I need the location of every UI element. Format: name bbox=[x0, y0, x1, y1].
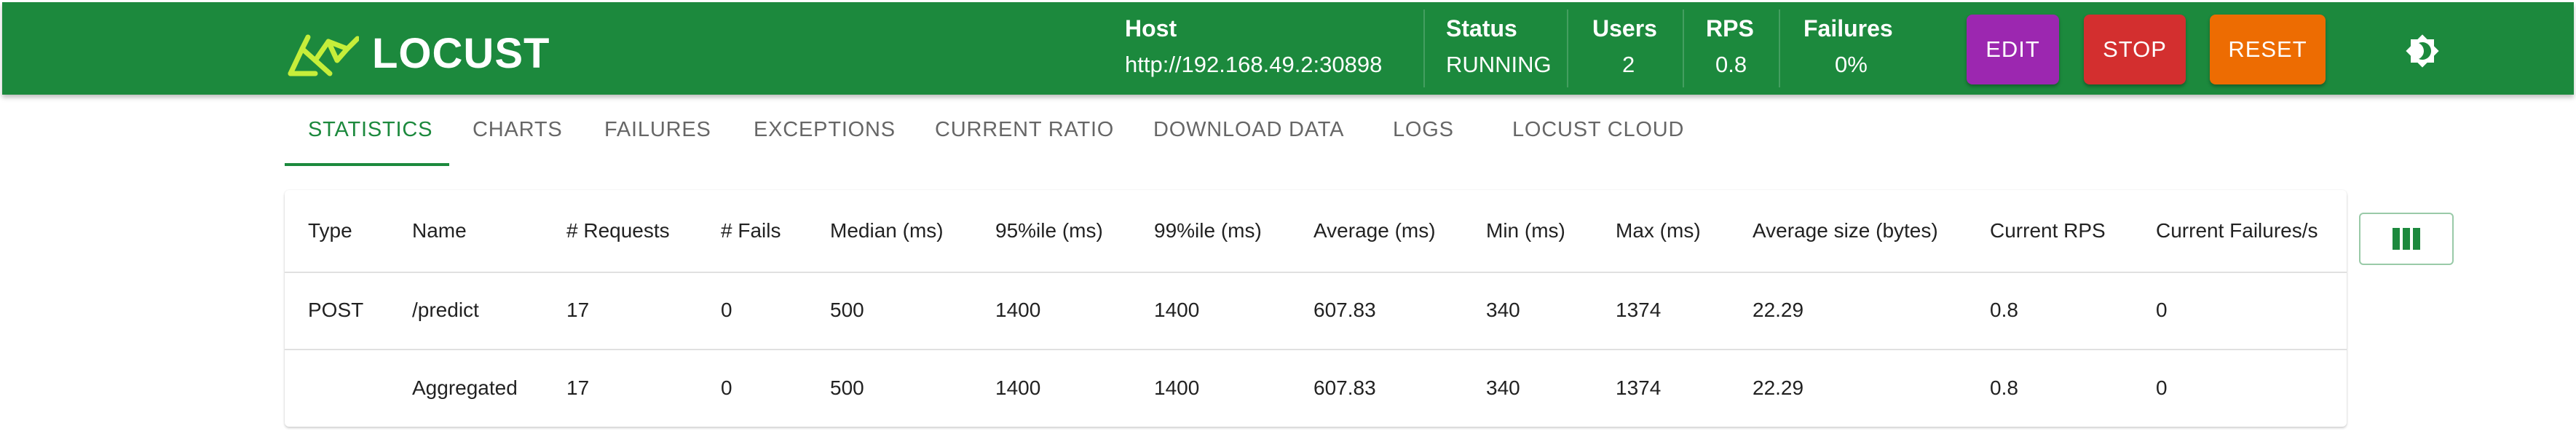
table-cell: Aggregated bbox=[412, 376, 518, 399]
column-header[interactable]: Current RPS bbox=[1990, 190, 2106, 272]
table-cell: 340 bbox=[1486, 299, 1520, 321]
table-cell: 1374 bbox=[1616, 299, 1662, 321]
table-cell: 17 bbox=[566, 299, 590, 321]
tab-locust-cloud[interactable]: LOCUST CLOUD bbox=[1512, 95, 1684, 165]
tab-exceptions[interactable]: EXCEPTIONS bbox=[754, 95, 896, 165]
reset-button[interactable]: RESET bbox=[2210, 15, 2326, 84]
brightness-icon bbox=[2406, 34, 2439, 68]
table-cell: 17 bbox=[566, 376, 590, 399]
table-cell: 0 bbox=[2156, 299, 2168, 321]
table-cell: 1400 bbox=[1154, 376, 1200, 399]
status-stat: Status RUNNING bbox=[1446, 2, 1562, 95]
tab-current-ratio[interactable]: CURRENT RATIO bbox=[935, 95, 1114, 165]
column-header[interactable]: Median (ms) bbox=[830, 190, 944, 272]
column-header[interactable]: Current Failures/s bbox=[2156, 190, 2318, 272]
table-row: Aggregated 17 0 500 1400 1400 607.83 340… bbox=[285, 349, 2347, 427]
column-header[interactable]: 99%ile (ms) bbox=[1154, 190, 1262, 272]
table-row: POST /predict 17 0 500 1400 1400 607.83 … bbox=[285, 272, 2347, 350]
users-value: 2 bbox=[1622, 52, 1635, 77]
column-header[interactable]: Min (ms) bbox=[1486, 190, 1565, 272]
stop-button[interactable]: STOP bbox=[2084, 15, 2186, 84]
rps-stat: RPS 0.8 bbox=[1706, 2, 1771, 95]
tab-logs[interactable]: LOGS bbox=[1393, 95, 1454, 165]
column-selector-button[interactable] bbox=[2359, 213, 2454, 265]
table-cell: 1400 bbox=[995, 376, 1041, 399]
table-header-row: Type Name # Requests # Fails Median (ms)… bbox=[285, 190, 2347, 273]
failures-value: 0% bbox=[1835, 52, 1868, 77]
column-header[interactable]: Average size (bytes) bbox=[1753, 190, 1938, 272]
host-value: http://192.168.49.2:30898 bbox=[1125, 52, 1383, 77]
edit-button[interactable]: EDIT bbox=[1967, 15, 2059, 84]
status-value: RUNNING bbox=[1446, 52, 1552, 77]
tab-failures[interactable]: FAILURES bbox=[604, 95, 711, 165]
stat-divider bbox=[1779, 9, 1780, 87]
table-cell: 1400 bbox=[1154, 299, 1200, 321]
logo-text: LOCUST bbox=[372, 30, 550, 77]
table-cell: 500 bbox=[830, 376, 864, 399]
rps-value: 0.8 bbox=[1715, 52, 1747, 77]
statistics-table: Type Name # Requests # Fails Median (ms)… bbox=[285, 190, 2347, 427]
table-cell: 0 bbox=[721, 376, 732, 399]
table-cell: /predict bbox=[412, 299, 479, 321]
locust-logo[interactable]: LOCUST bbox=[286, 28, 550, 79]
column-header[interactable]: # Fails bbox=[721, 190, 781, 272]
tab-bar: STATISTICS CHARTS FAILURES EXCEPTIONS CU… bbox=[285, 95, 1770, 166]
stat-divider bbox=[1683, 9, 1684, 87]
table-cell: 0 bbox=[2156, 376, 2168, 399]
stat-divider bbox=[1423, 9, 1425, 87]
table-cell: 0.8 bbox=[1990, 376, 2018, 399]
table-cell: POST bbox=[308, 299, 364, 321]
table-cell: 340 bbox=[1486, 376, 1520, 399]
top-navbar: LOCUST Host http://192.168.49.2:30898 St… bbox=[2, 2, 2574, 95]
table-cell: 500 bbox=[830, 299, 864, 321]
rps-label: RPS bbox=[1706, 15, 1754, 42]
table-cell: 607.83 bbox=[1313, 299, 1376, 321]
column-header[interactable]: # Requests bbox=[566, 190, 670, 272]
host-stat: Host http://192.168.49.2:30898 bbox=[1125, 2, 1422, 95]
column-header[interactable]: Max (ms) bbox=[1616, 190, 1701, 272]
column-header[interactable]: Average (ms) bbox=[1313, 190, 1436, 272]
table-cell: 1374 bbox=[1616, 376, 1662, 399]
column-header[interactable]: 95%ile (ms) bbox=[995, 190, 1103, 272]
tab-statistics[interactable]: STATISTICS bbox=[308, 95, 432, 165]
column-header[interactable]: Name bbox=[412, 190, 467, 272]
view-column-icon bbox=[2393, 228, 2420, 250]
page: LOCUST Host http://192.168.49.2:30898 St… bbox=[0, 0, 2576, 442]
table-cell: 22.29 bbox=[1753, 376, 1804, 399]
tab-charts[interactable]: CHARTS bbox=[473, 95, 563, 165]
failures-stat: Failures 0% bbox=[1803, 2, 1927, 95]
users-label: Users bbox=[1592, 15, 1657, 42]
theme-toggle-button[interactable] bbox=[2403, 31, 2442, 71]
table-cell: 22.29 bbox=[1753, 299, 1804, 321]
active-tab-indicator bbox=[285, 163, 449, 166]
table-cell: 0 bbox=[721, 299, 732, 321]
stat-divider bbox=[1567, 9, 1568, 87]
failures-label: Failures bbox=[1803, 15, 1893, 42]
users-stat: Users 2 bbox=[1592, 2, 1680, 95]
host-label: Host bbox=[1125, 15, 1177, 42]
table-cell: 1400 bbox=[995, 299, 1041, 321]
table-cell: 607.83 bbox=[1313, 376, 1376, 399]
tab-download-data[interactable]: DOWNLOAD DATA bbox=[1153, 95, 1344, 165]
locust-logo-icon bbox=[288, 34, 359, 76]
column-header[interactable]: Type bbox=[308, 190, 352, 272]
status-label: Status bbox=[1446, 15, 1517, 42]
table-cell: 0.8 bbox=[1990, 299, 2018, 321]
